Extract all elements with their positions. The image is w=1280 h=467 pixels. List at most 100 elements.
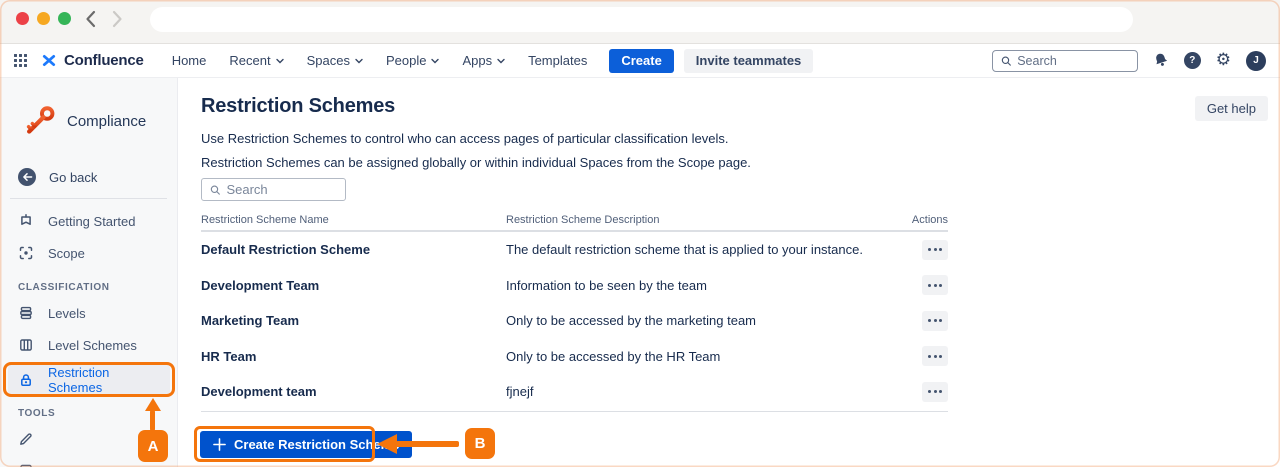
more-actions-icon bbox=[928, 248, 931, 251]
sidebar-item-label: Level Schemes bbox=[48, 338, 137, 353]
more-actions-icon bbox=[928, 284, 931, 287]
annotation-label-b: B bbox=[465, 428, 495, 459]
chevron-down-icon bbox=[431, 58, 439, 64]
more-actions-icon bbox=[928, 390, 931, 393]
schemes-table: Default Restriction Scheme The default r… bbox=[201, 232, 948, 410]
scheme-description: Only to be accessed by the marketing tea… bbox=[506, 313, 922, 328]
close-window-button[interactable] bbox=[16, 12, 29, 25]
sidebar-item-level-schemes[interactable]: Level Schemes bbox=[8, 329, 170, 361]
sidebar-section-classification: CLASSIFICATION bbox=[18, 282, 110, 293]
chevron-down-icon bbox=[497, 58, 505, 64]
sidebar-item-label: Getting Started bbox=[48, 214, 135, 229]
scheme-name: Development team bbox=[201, 384, 506, 399]
more-actions-icon bbox=[928, 319, 931, 322]
sidebar-item-label: Scope bbox=[48, 246, 85, 261]
sidebar-item-label: Levels bbox=[48, 306, 86, 321]
global-search[interactable] bbox=[992, 50, 1138, 72]
screenshot-root: Confluence Home Recent Spaces People App… bbox=[0, 0, 1280, 467]
invite-teammates-button[interactable]: Invite teammates bbox=[684, 49, 814, 73]
user-avatar[interactable]: J bbox=[1246, 51, 1266, 71]
nav-templates[interactable]: Templates bbox=[528, 53, 587, 68]
go-back-button[interactable]: Go back bbox=[18, 168, 97, 186]
lock-icon bbox=[18, 372, 34, 388]
table-row: Development team fjnejf bbox=[201, 374, 948, 410]
sidebar-item-scope[interactable]: Scope bbox=[8, 237, 170, 269]
square-icon bbox=[18, 463, 34, 467]
app-logo: Compliance bbox=[22, 102, 146, 140]
chevron-down-icon bbox=[276, 58, 284, 64]
app-navbar: Confluence Home Recent Spaces People App… bbox=[0, 44, 1280, 78]
chevron-down-icon bbox=[355, 58, 363, 64]
search-icon bbox=[210, 184, 220, 196]
app-switcher-icon[interactable] bbox=[14, 54, 27, 67]
scheme-description: Information to be seen by the team bbox=[506, 278, 922, 293]
global-search-input[interactable] bbox=[1017, 54, 1129, 68]
annotation-arrow-a-shaft bbox=[150, 410, 155, 431]
brand-name: Confluence bbox=[64, 52, 144, 69]
browser-forward-icon[interactable] bbox=[111, 9, 124, 29]
columns-icon bbox=[18, 337, 34, 353]
annotation-label-a: A bbox=[138, 430, 168, 462]
search-icon bbox=[1001, 55, 1011, 67]
page-title: Restriction Schemes bbox=[201, 95, 395, 118]
get-help-button[interactable]: Get help bbox=[1195, 96, 1268, 121]
sidebar-section-tools: TOOLS bbox=[18, 408, 55, 419]
scheme-name: Marketing Team bbox=[201, 313, 506, 328]
confluence-logo-icon bbox=[41, 53, 57, 68]
sidebar-item-levels[interactable]: Levels bbox=[8, 297, 170, 329]
sidebar-divider bbox=[10, 198, 167, 199]
column-header-actions: Actions bbox=[201, 214, 948, 226]
table-row: Default Restriction Scheme The default r… bbox=[201, 232, 948, 268]
back-arrow-icon bbox=[18, 168, 36, 186]
nav-spaces[interactable]: Spaces bbox=[307, 53, 363, 68]
help-icon[interactable]: ? bbox=[1184, 52, 1201, 69]
zoom-window-button[interactable] bbox=[58, 12, 71, 25]
nav-people[interactable]: People bbox=[386, 53, 439, 68]
scheme-description: Only to be accessed by the HR Team bbox=[506, 349, 922, 364]
pencil-icon bbox=[18, 431, 34, 447]
row-actions-button[interactable] bbox=[922, 311, 948, 331]
table-bottom-divider bbox=[201, 411, 948, 412]
table-row: HR Team Only to be accessed by the HR Te… bbox=[201, 339, 948, 375]
sidebar-item-label: Restriction Schemes bbox=[48, 365, 160, 395]
scope-target-icon bbox=[18, 245, 34, 261]
more-actions-icon bbox=[928, 355, 931, 358]
nav-recent[interactable]: Recent bbox=[229, 53, 283, 68]
scheme-description: fjnejf bbox=[506, 384, 922, 399]
annotation-arrow-b-shaft bbox=[396, 441, 459, 447]
create-button[interactable]: Create bbox=[609, 49, 673, 73]
settings-gear-icon[interactable]: ⚙ bbox=[1216, 52, 1231, 69]
row-actions-button[interactable] bbox=[922, 346, 948, 366]
window-controls bbox=[16, 12, 71, 25]
row-actions-button[interactable] bbox=[922, 382, 948, 402]
app-name: Compliance bbox=[67, 113, 146, 130]
levels-stack-icon bbox=[18, 305, 34, 321]
go-back-label: Go back bbox=[49, 170, 97, 185]
scheme-name: HR Team bbox=[201, 349, 506, 364]
scheme-description: The default restriction scheme that is a… bbox=[506, 242, 922, 257]
nav-home[interactable]: Home bbox=[172, 53, 207, 68]
notifications-bell-icon[interactable] bbox=[1153, 52, 1169, 69]
browser-chrome bbox=[0, 0, 1280, 44]
easel-flag-icon bbox=[18, 213, 34, 229]
scheme-name: Development Team bbox=[201, 278, 506, 293]
navbar-menu: Home Recent Spaces People Apps Templates bbox=[172, 53, 588, 68]
plus-icon bbox=[213, 438, 226, 451]
sidebar-item-getting-started[interactable]: Getting Started bbox=[8, 205, 170, 237]
browser-url-bar[interactable] bbox=[150, 7, 1133, 32]
row-actions-button[interactable] bbox=[922, 275, 948, 295]
browser-back-icon[interactable] bbox=[84, 9, 97, 29]
intro-line-2: Restriction Schemes can be assigned glob… bbox=[201, 155, 751, 170]
minimize-window-button[interactable] bbox=[37, 12, 50, 25]
confluence-logo[interactable]: Confluence bbox=[41, 52, 144, 69]
table-row: Development Team Information to be seen … bbox=[201, 268, 948, 304]
intro-line-1: Use Restriction Schemes to control who c… bbox=[201, 131, 728, 146]
key-icon bbox=[22, 102, 58, 140]
scheme-search-input[interactable] bbox=[226, 182, 337, 197]
sidebar-item-restriction-schemes[interactable]: Restriction Schemes bbox=[8, 364, 170, 396]
scheme-search[interactable] bbox=[201, 178, 346, 201]
scheme-name: Default Restriction Scheme bbox=[201, 242, 506, 257]
row-actions-button[interactable] bbox=[922, 240, 948, 260]
annotation-arrow-b-head bbox=[377, 434, 397, 454]
nav-apps[interactable]: Apps bbox=[462, 53, 505, 68]
